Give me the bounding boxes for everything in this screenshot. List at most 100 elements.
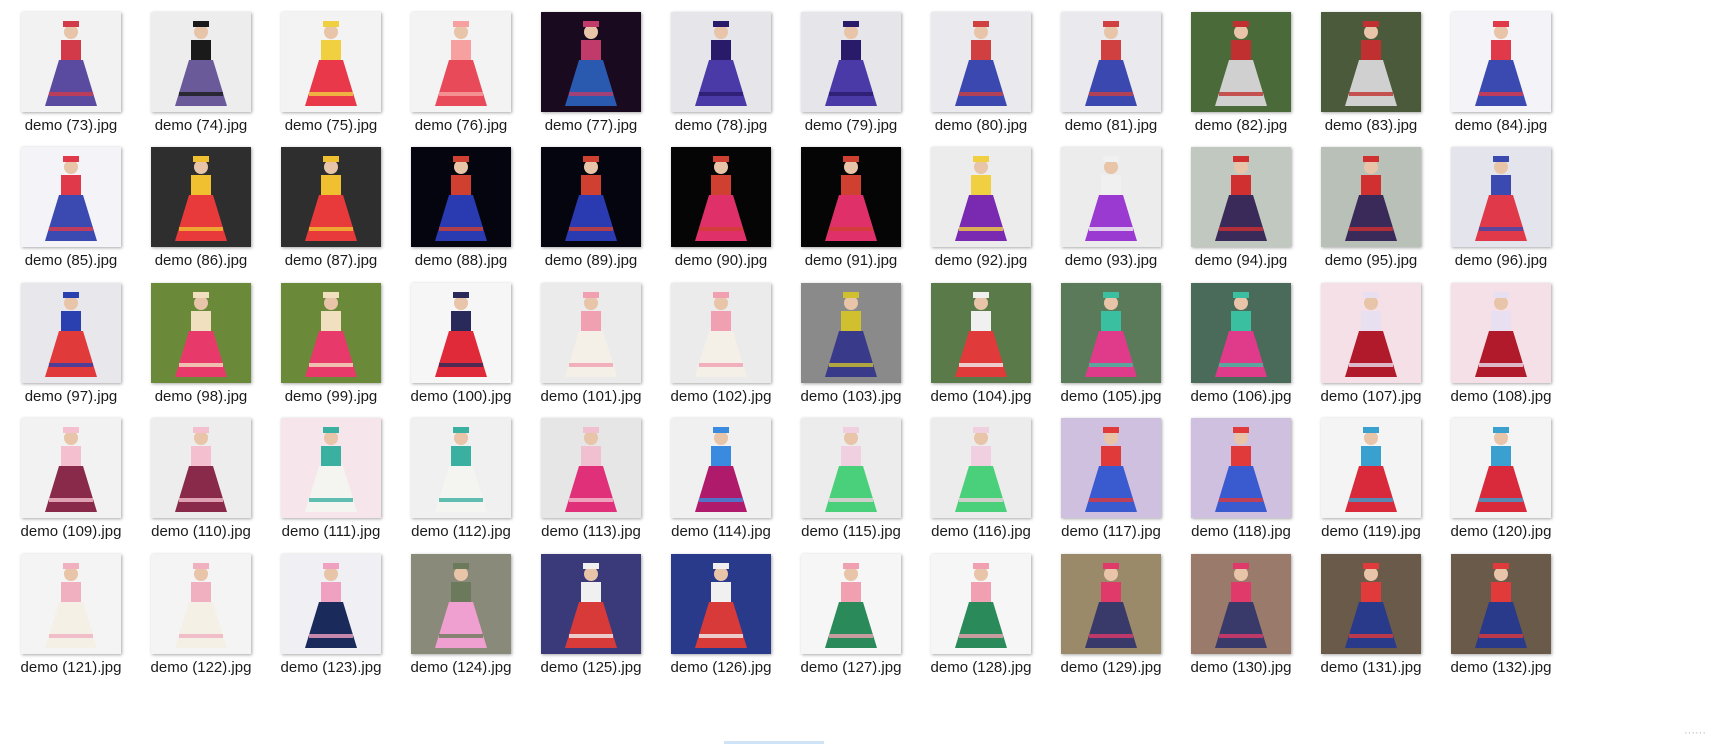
file-item[interactable]: demo (131).jpg <box>1300 542 1442 690</box>
file-item[interactable]: demo (106).jpg <box>1170 271 1312 419</box>
image-thumbnail[interactable] <box>21 282 121 383</box>
file-name[interactable]: demo (120).jpg <box>1430 523 1572 540</box>
file-name[interactable]: demo (88).jpg <box>390 252 532 269</box>
file-name[interactable]: demo (83).jpg <box>1300 117 1442 134</box>
file-item[interactable]: demo (127).jpg <box>780 542 922 690</box>
image-thumbnail[interactable] <box>281 553 381 654</box>
file-item[interactable]: demo (94).jpg <box>1170 135 1312 283</box>
file-item[interactable]: demo (109).jpg <box>0 406 142 554</box>
file-name[interactable]: demo (82).jpg <box>1170 117 1312 134</box>
image-thumbnail[interactable] <box>931 282 1031 383</box>
file-name[interactable]: demo (109).jpg <box>0 523 142 540</box>
file-item[interactable]: demo (86).jpg <box>130 135 272 283</box>
file-name[interactable]: demo (123).jpg <box>260 659 402 676</box>
file-item[interactable]: demo (76).jpg <box>390 0 532 148</box>
file-name[interactable]: demo (87).jpg <box>260 252 402 269</box>
image-thumbnail[interactable] <box>801 418 901 519</box>
file-name[interactable]: demo (116).jpg <box>910 523 1052 540</box>
image-thumbnail[interactable] <box>801 282 901 383</box>
file-item[interactable]: demo (91).jpg <box>780 135 922 283</box>
file-name[interactable]: demo (84).jpg <box>1430 117 1572 134</box>
image-thumbnail[interactable] <box>1191 553 1291 654</box>
file-name[interactable]: demo (115).jpg <box>780 523 922 540</box>
file-item[interactable]: demo (115).jpg <box>780 406 922 554</box>
file-name[interactable]: demo (92).jpg <box>910 252 1052 269</box>
file-item[interactable]: demo (100).jpg <box>390 271 532 419</box>
image-thumbnail[interactable] <box>1061 553 1161 654</box>
file-item[interactable]: demo (78).jpg <box>650 0 792 148</box>
file-name[interactable]: demo (101).jpg <box>520 388 662 405</box>
file-item[interactable]: demo (112).jpg <box>390 406 532 554</box>
file-item[interactable]: demo (107).jpg <box>1300 271 1442 419</box>
file-name[interactable]: demo (81).jpg <box>1040 117 1182 134</box>
file-name[interactable]: demo (131).jpg <box>1300 659 1442 676</box>
image-thumbnail[interactable] <box>1191 282 1291 383</box>
file-item[interactable]: demo (102).jpg <box>650 271 792 419</box>
image-thumbnail[interactable] <box>411 282 511 383</box>
file-name[interactable]: demo (129).jpg <box>1040 659 1182 676</box>
image-thumbnail[interactable] <box>801 553 901 654</box>
file-name[interactable]: demo (132).jpg <box>1430 659 1572 676</box>
image-thumbnail[interactable] <box>541 282 641 383</box>
file-item[interactable]: demo (128).jpg <box>910 542 1052 690</box>
file-name[interactable]: demo (117).jpg <box>1040 523 1182 540</box>
file-item[interactable]: demo (120).jpg <box>1430 406 1572 554</box>
image-thumbnail[interactable] <box>1321 147 1421 248</box>
scroll-indicator[interactable] <box>724 741 824 744</box>
image-thumbnail[interactable] <box>281 418 381 519</box>
image-thumbnail[interactable] <box>1061 12 1161 112</box>
image-thumbnail[interactable] <box>931 12 1031 112</box>
file-name[interactable]: demo (105).jpg <box>1040 388 1182 405</box>
image-thumbnail[interactable] <box>1321 553 1421 654</box>
file-item[interactable]: demo (130).jpg <box>1170 542 1312 690</box>
file-item[interactable]: demo (108).jpg <box>1430 271 1572 419</box>
file-name[interactable]: demo (79).jpg <box>780 117 922 134</box>
file-name[interactable]: demo (74).jpg <box>130 117 272 134</box>
file-item[interactable]: demo (119).jpg <box>1300 406 1442 554</box>
file-name[interactable]: demo (78).jpg <box>650 117 792 134</box>
image-thumbnail[interactable] <box>151 282 251 383</box>
file-item[interactable]: demo (98).jpg <box>130 271 272 419</box>
file-item[interactable]: demo (103).jpg <box>780 271 922 419</box>
image-thumbnail[interactable] <box>281 282 381 383</box>
file-item[interactable]: demo (123).jpg <box>260 542 402 690</box>
file-item[interactable]: demo (79).jpg <box>780 0 922 148</box>
file-name[interactable]: demo (93).jpg <box>1040 252 1182 269</box>
file-item[interactable]: demo (99).jpg <box>260 271 402 419</box>
file-item[interactable]: demo (121).jpg <box>0 542 142 690</box>
file-name[interactable]: demo (106).jpg <box>1170 388 1312 405</box>
image-thumbnail[interactable] <box>151 147 251 248</box>
file-name[interactable]: demo (80).jpg <box>910 117 1052 134</box>
file-item[interactable]: demo (93).jpg <box>1040 135 1182 283</box>
file-item[interactable]: demo (95).jpg <box>1300 135 1442 283</box>
file-name[interactable]: demo (130).jpg <box>1170 659 1312 676</box>
file-item[interactable]: demo (96).jpg <box>1430 135 1572 283</box>
file-name[interactable]: demo (111).jpg <box>260 523 402 540</box>
file-item[interactable]: demo (129).jpg <box>1040 542 1182 690</box>
file-item[interactable]: demo (81).jpg <box>1040 0 1182 148</box>
file-name[interactable]: demo (121).jpg <box>0 659 142 676</box>
image-thumbnail[interactable] <box>1191 147 1291 248</box>
image-thumbnail[interactable] <box>671 418 771 519</box>
image-thumbnail[interactable] <box>1451 147 1551 248</box>
image-thumbnail[interactable] <box>1191 12 1291 112</box>
file-item[interactable]: demo (114).jpg <box>650 406 792 554</box>
image-thumbnail[interactable] <box>281 12 381 112</box>
file-name[interactable]: demo (91).jpg <box>780 252 922 269</box>
image-thumbnail[interactable] <box>671 147 771 248</box>
file-name[interactable]: demo (90).jpg <box>650 252 792 269</box>
file-item[interactable]: demo (126).jpg <box>650 542 792 690</box>
file-item[interactable]: demo (101).jpg <box>520 271 662 419</box>
file-name[interactable]: demo (113).jpg <box>520 523 662 540</box>
image-thumbnail[interactable] <box>411 147 511 248</box>
file-name[interactable]: demo (124).jpg <box>390 659 532 676</box>
image-thumbnail[interactable] <box>801 147 901 248</box>
image-thumbnail[interactable] <box>411 418 511 519</box>
image-thumbnail[interactable] <box>151 553 251 654</box>
image-thumbnail[interactable] <box>541 418 641 519</box>
file-name[interactable]: demo (104).jpg <box>910 388 1052 405</box>
image-thumbnail[interactable] <box>1061 147 1161 248</box>
file-item[interactable]: demo (92).jpg <box>910 135 1052 283</box>
image-thumbnail[interactable] <box>801 12 901 112</box>
file-item[interactable]: demo (118).jpg <box>1170 406 1312 554</box>
